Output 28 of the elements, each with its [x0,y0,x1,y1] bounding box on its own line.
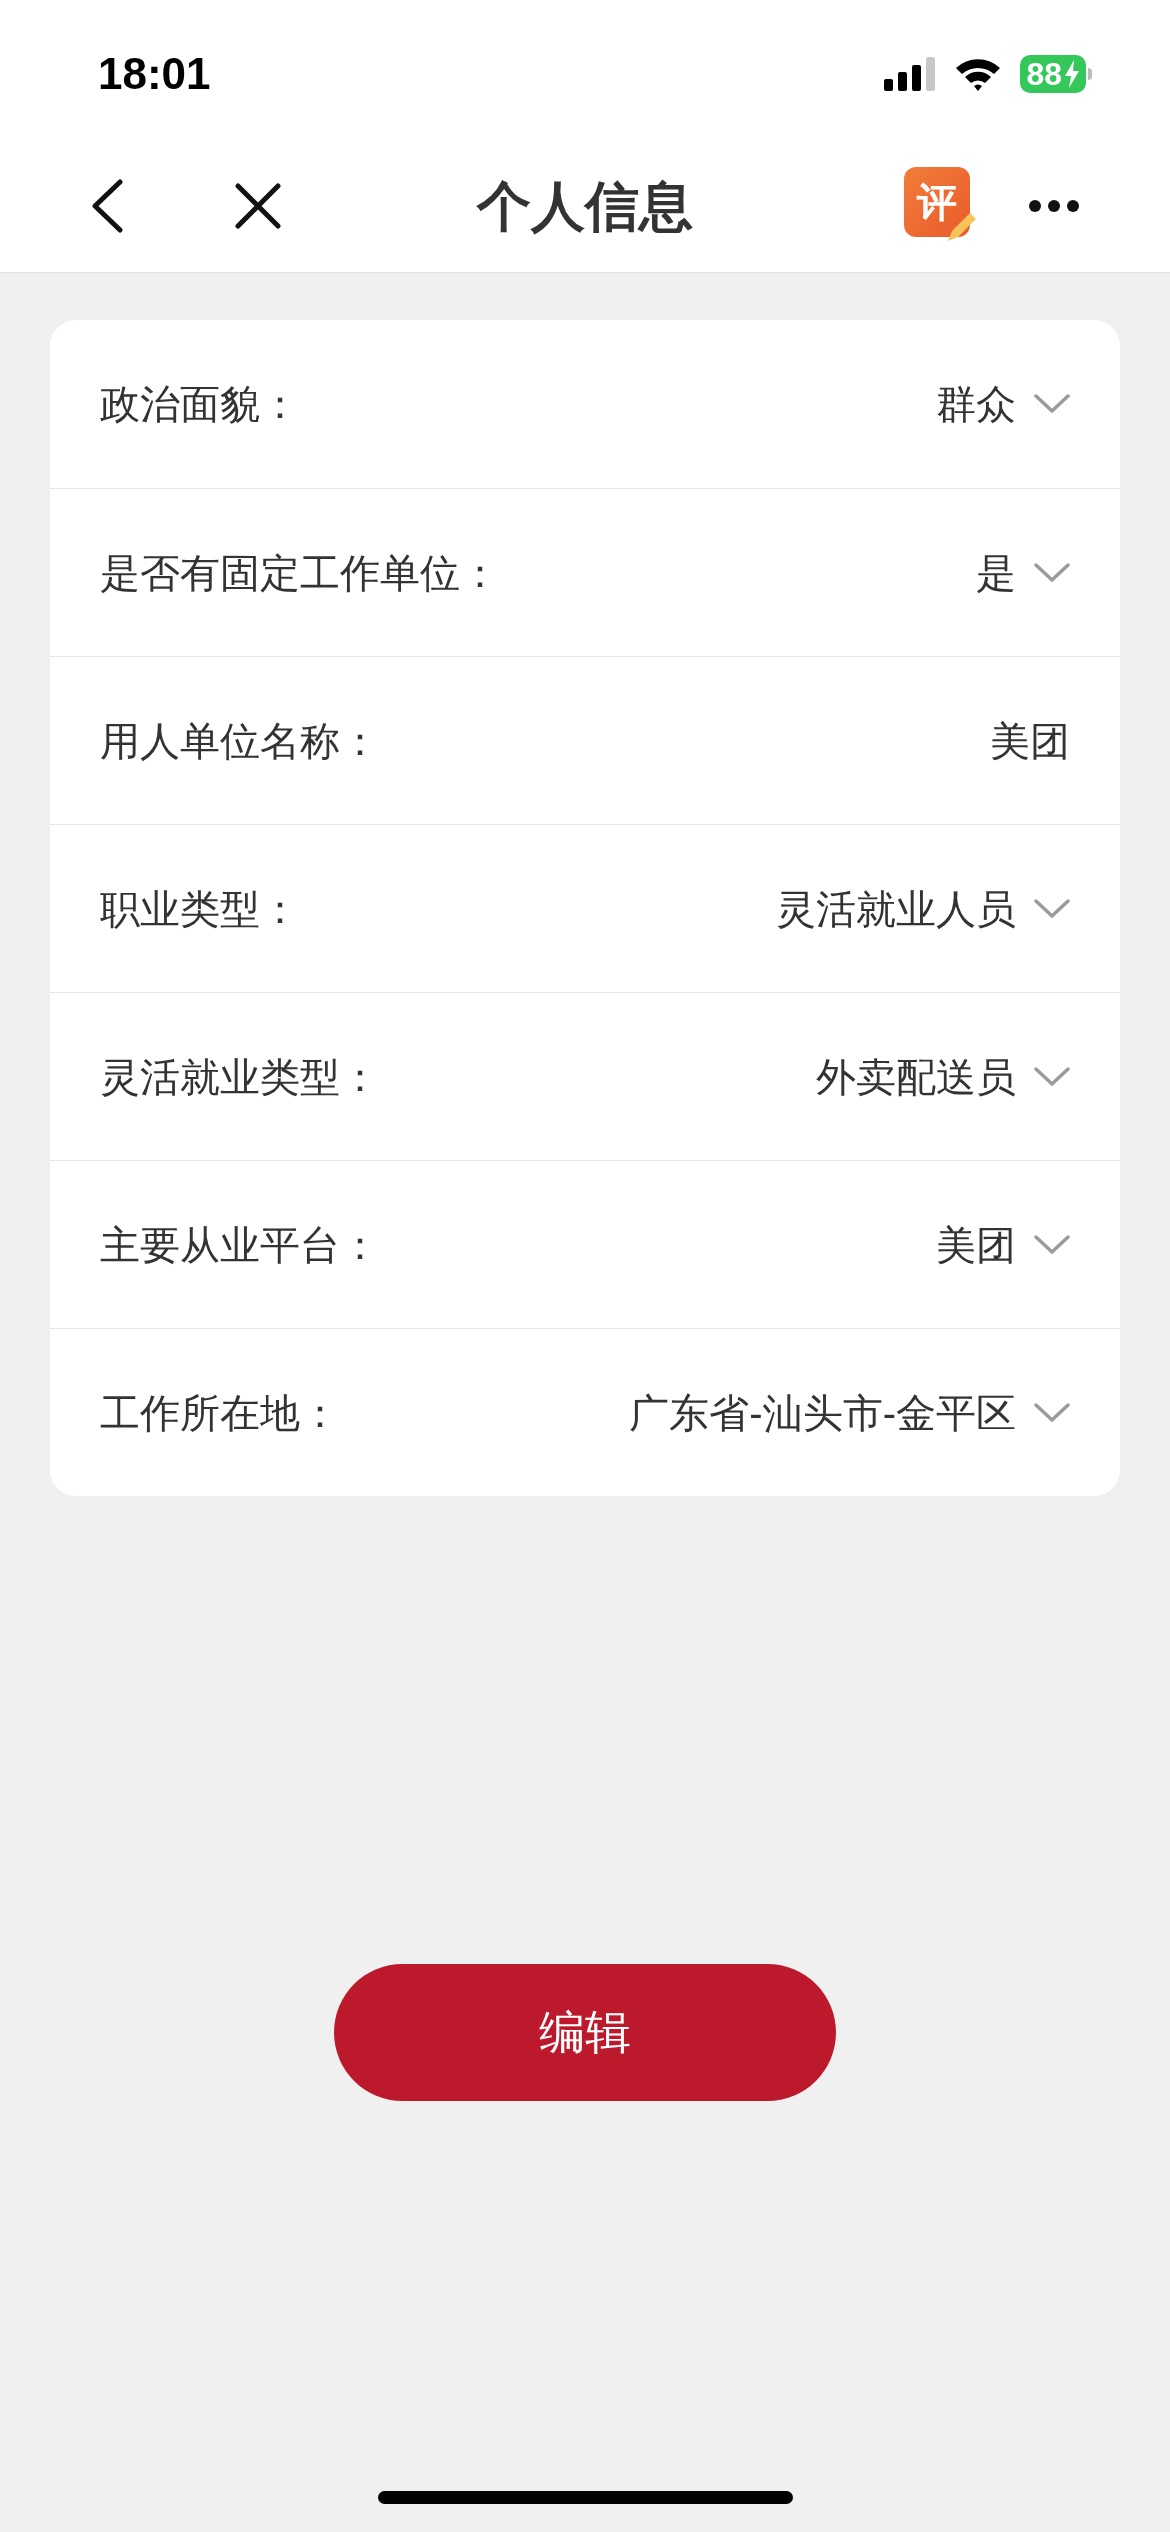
chevron-down-icon [1034,1066,1070,1087]
select-field[interactable]: 美团 [936,1214,1070,1275]
wifi-icon [954,56,1003,92]
back-icon[interactable] [90,179,124,233]
chevron-down-icon [1034,562,1070,583]
field-label: 主要从业平台： [100,1221,380,1269]
select-field[interactable]: 外卖配送员 [816,1046,1070,1107]
chevron-down-icon [1034,394,1070,414]
chevron-down-icon [1034,1234,1070,1255]
signal-icon [884,57,937,91]
status-time: 18:01 [98,48,211,100]
more-icon[interactable] [1028,199,1080,213]
close-icon[interactable] [234,182,282,230]
field-label: 职业类型： [100,885,300,933]
chevron-down-icon [1034,898,1070,919]
field-label: 是否有固定工作单位： [100,549,500,597]
select-field[interactable]: 是 [976,542,1070,603]
select-field[interactable]: 灵活就业人员 [776,878,1070,939]
field-label: 工作所在地： [100,1389,340,1437]
field-label: 灵活就业类型： [100,1053,380,1101]
field-label: 政治面貌： [100,381,300,428]
chevron-down-icon [1034,1402,1070,1423]
field-value: 美团 [990,717,1070,765]
page-title: 个人信息 [477,174,693,238]
field-label: 用人单位名称： [100,717,380,765]
select-field[interactable]: 广东省-汕头市-金平区 [629,1382,1070,1443]
edit-button[interactable]: 编辑 [334,1964,836,2101]
select-field[interactable]: 群众 [936,374,1070,434]
